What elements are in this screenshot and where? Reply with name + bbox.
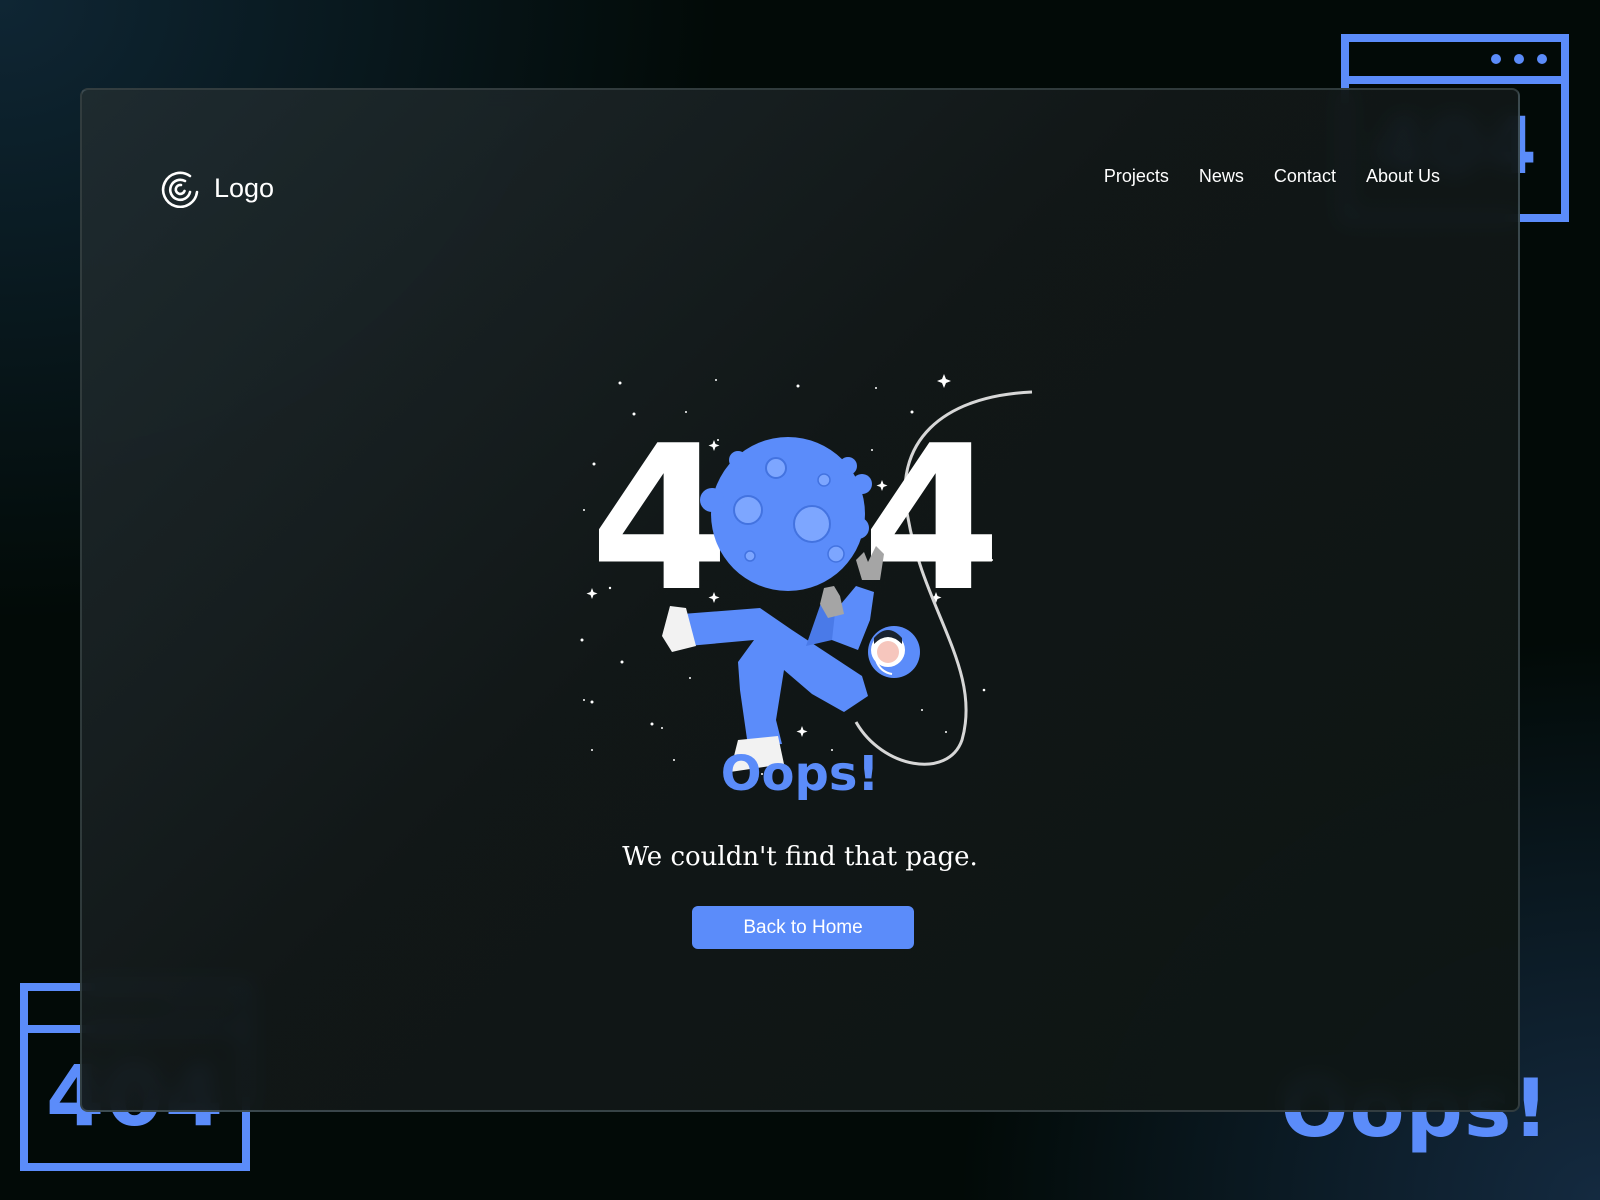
digit-four-right: 4 <box>862 403 1001 636</box>
window-dot-icon <box>1514 54 1524 64</box>
astronaut-moon-illustration: 4 4 <box>580 374 1033 775</box>
error-message: We couldn't find that page. <box>622 842 978 872</box>
spiral-logo-icon <box>161 171 199 208</box>
window-titlebar-line <box>1349 76 1561 84</box>
page-title: Oops! <box>720 746 880 802</box>
nav-link-projects[interactable]: Projects <box>1104 166 1169 187</box>
window-dot-icon <box>1537 54 1547 64</box>
nav-link-contact[interactable]: Contact <box>1274 166 1336 187</box>
main-nav: Projects News Contact About Us <box>1104 166 1440 187</box>
logo-link[interactable]: Logo <box>160 168 274 208</box>
digit-four-left: 4 <box>590 403 729 636</box>
back-to-home-button[interactable]: Back to Home <box>692 906 914 949</box>
window-dot-icon <box>1491 54 1501 64</box>
glass-card: Logo Projects News Contact About Us 4 4 … <box>80 88 1520 1112</box>
nav-link-news[interactable]: News <box>1199 166 1244 187</box>
nav-link-about-us[interactable]: About Us <box>1366 166 1440 187</box>
logo-label: Logo <box>214 172 275 203</box>
